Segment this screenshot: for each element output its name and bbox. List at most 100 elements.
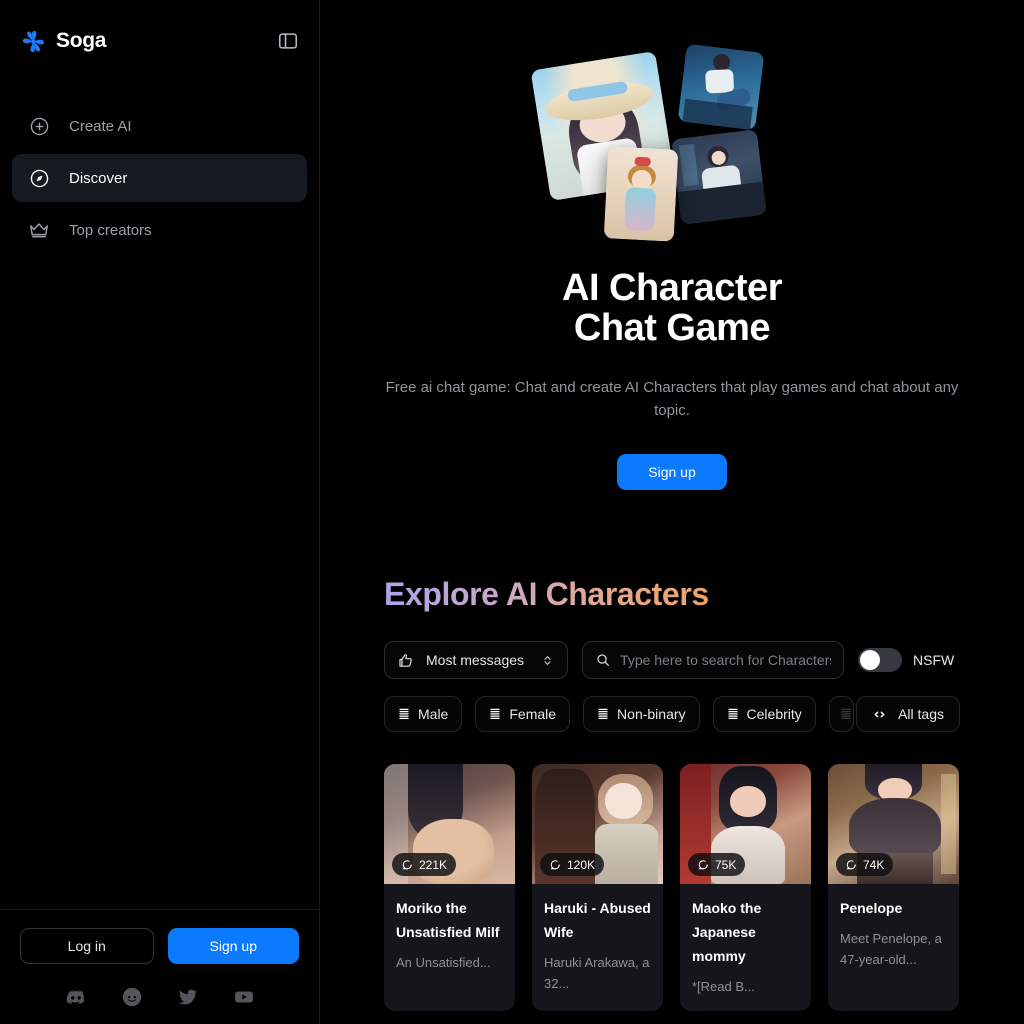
compass-icon (28, 167, 50, 189)
tag-label: Celebrity (746, 706, 802, 722)
list-stripes-icon (398, 707, 410, 721)
character-description: Haruki Arakawa, a 32... (544, 955, 650, 991)
character-card-body: Moriko the Unsatisfied Milf An Unsatisfi… (384, 884, 515, 987)
plus-circle-icon (28, 115, 50, 137)
hero-title-line-2: Chat Game (573, 307, 771, 349)
tag-overflow-clipped[interactable] (828, 696, 854, 732)
twitter-icon[interactable] (177, 986, 199, 1008)
hero-card-fighter-man (677, 43, 765, 131)
app-root: Soga Create AI Discover Top creators Log… (0, 0, 1024, 1024)
sidebar-item-discover[interactable]: Discover (12, 154, 307, 202)
character-card-body: Haruki - Abused Wife Haruki Arakawa, a 3… (532, 884, 663, 1008)
sidebar-item-top-creators[interactable]: Top creators (12, 206, 307, 254)
sidebar-item-label: Top creators (69, 221, 152, 239)
all-tags-button[interactable]: All tags (856, 696, 960, 732)
sidebar-item-create-ai[interactable]: Create AI (12, 102, 307, 150)
list-stripes-icon (727, 707, 739, 721)
tag-label: Non-binary (617, 706, 686, 722)
sidebar-header: Soga (0, 0, 319, 62)
character-card-body: Penelope Meet Penelope, a 47-year-old... (828, 884, 959, 984)
speech-bubble-icon (549, 859, 561, 871)
search-box[interactable] (582, 641, 845, 679)
character-description: *[Read B... (692, 979, 755, 994)
page-title: AI Character Chat Game (562, 268, 782, 348)
toggle-knob (860, 650, 881, 670)
character-card[interactable]: 74K Penelope Meet Penelope, a 47-year-ol… (828, 764, 959, 1011)
message-count: 221K (419, 857, 448, 872)
sidebar-item-label: Discover (69, 169, 128, 187)
character-name: Maoko the Japanese mommy (692, 900, 762, 964)
tag-filter-row: Male Female Non-binary Celebrity All tag… (384, 696, 960, 732)
code-brackets-icon (872, 707, 887, 722)
brand-logo[interactable]: Soga (20, 28, 106, 55)
message-count-badge: 221K (392, 853, 457, 876)
character-description: An Unsatisfied... (396, 955, 491, 970)
hero-collage (522, 43, 822, 244)
brand-name: Soga (56, 29, 107, 52)
speech-bubble-icon (845, 859, 857, 871)
crown-icon (28, 219, 50, 241)
hero-signup-button[interactable]: Sign up (617, 454, 727, 490)
character-card[interactable]: 120K Haruki - Abused Wife Haruki Arakawa… (532, 764, 663, 1011)
message-count-badge: 74K (836, 853, 894, 876)
explore-section: Explore AI Characters Most messages Type… (320, 576, 1024, 1011)
search-icon (595, 652, 611, 668)
character-thumbnail: 120K (532, 764, 663, 884)
sidebar-footer: Log in Sign up (0, 909, 319, 1024)
character-description: Meet Penelope, a 47-year-old... (840, 931, 942, 967)
auth-buttons: Log in Sign up (20, 928, 299, 964)
youtube-icon[interactable] (233, 986, 255, 1008)
character-thumbnail: 221K (384, 764, 515, 884)
all-tags-label: All tags (898, 706, 944, 722)
sort-dropdown[interactable]: Most messages (384, 641, 569, 679)
reddit-icon[interactable] (121, 986, 143, 1008)
character-name: Haruki - Abused Wife (544, 900, 651, 940)
nsfw-label: NSFW (913, 652, 955, 668)
thumbs-up-icon (397, 652, 414, 669)
sort-label: Most messages (426, 652, 525, 668)
sidebar-item-label: Create AI (69, 117, 132, 135)
list-stripes-icon (840, 707, 852, 721)
hero-section: AI Character Chat Game Free ai chat game… (320, 0, 1024, 490)
list-stripes-icon (489, 707, 501, 721)
message-count: 74K (863, 857, 885, 872)
chevron-up-down-icon (540, 653, 555, 668)
message-count: 75K (715, 857, 737, 872)
hero-subtitle: Free ai chat game: Chat and create AI Ch… (385, 379, 959, 419)
hero-card-desert-princess (603, 146, 679, 242)
character-thumbnail: 74K (828, 764, 959, 884)
social-links (20, 986, 299, 1008)
nsfw-toggle-group: NSFW (858, 648, 954, 672)
character-card-body: Maoko the Japanese mommy *[Read B... (680, 884, 811, 1011)
character-name: Penelope (840, 900, 903, 916)
message-count-badge: 120K (540, 853, 605, 876)
hero-title-line-1: AI Character (562, 267, 782, 309)
sidebar-panel-icon[interactable] (277, 30, 299, 52)
tag-non-binary[interactable]: Non-binary (583, 696, 700, 732)
tag-female[interactable]: Female (475, 696, 571, 732)
tag-label: Female (509, 706, 557, 722)
sidebar-nav: Create AI Discover Top creators (0, 102, 319, 254)
explore-controls: Most messages Type here to search for Ch… (384, 641, 960, 679)
character-card[interactable]: 75K Maoko the Japanese mommy *[Read B... (680, 764, 811, 1011)
message-count-badge: 75K (688, 853, 746, 876)
login-button[interactable]: Log in (20, 928, 154, 964)
search-input[interactable] (620, 652, 832, 668)
flower-pinwheel-icon (20, 28, 47, 55)
speech-bubble-icon (401, 859, 413, 871)
main-content: AI Character Chat Game Free ai chat game… (320, 0, 1024, 1024)
character-card-grid: 221K Moriko the Unsatisfied Milf An Unsa… (384, 764, 960, 1011)
tag-male[interactable]: Male (384, 696, 463, 732)
explore-heading: Explore AI Characters (384, 576, 709, 612)
hero-card-office-girl (671, 129, 767, 225)
tag-celebrity[interactable]: Celebrity (712, 696, 816, 732)
message-count: 120K (567, 857, 596, 872)
sidebar: Soga Create AI Discover Top creators Log… (0, 0, 320, 1024)
discord-icon[interactable] (65, 986, 87, 1008)
character-thumbnail: 75K (680, 764, 811, 884)
list-stripes-icon (597, 707, 609, 721)
character-card[interactable]: 221K Moriko the Unsatisfied Milf An Unsa… (384, 764, 515, 1011)
speech-bubble-icon (697, 859, 709, 871)
nsfw-toggle[interactable] (858, 648, 903, 672)
signup-button[interactable]: Sign up (167, 928, 299, 964)
